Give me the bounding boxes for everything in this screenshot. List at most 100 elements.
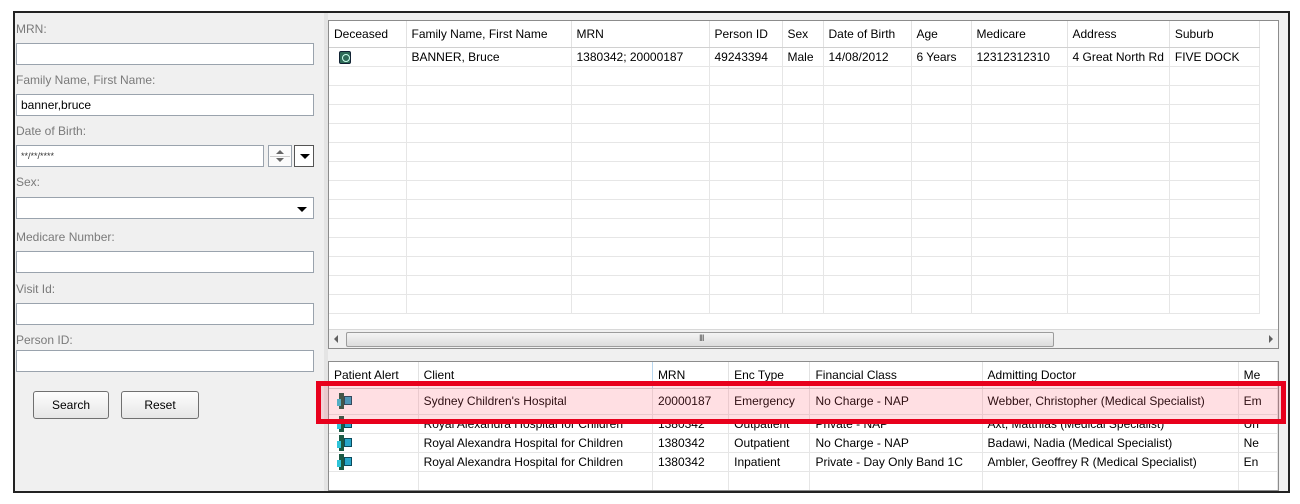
- mrn-cell: 20000187: [652, 388, 730, 415]
- col-admitting-doctor[interactable]: Admitting Doctor: [982, 362, 1239, 389]
- doctor-cell: Axt, Matthias (Medical Specialist): [982, 414, 1239, 434]
- encounters-grid: Patient Alert Client MRN Enc Type Financ…: [328, 361, 1279, 491]
- deceased-flag-icon: [339, 50, 351, 64]
- empty-row: [329, 123, 1260, 143]
- empty-row: [329, 104, 1260, 124]
- empty-row: [329, 471, 1278, 490]
- encounter-door-icon: [337, 415, 353, 432]
- col-enc-type[interactable]: Enc Type: [728, 362, 811, 389]
- col-age[interactable]: Age: [911, 21, 972, 48]
- sex-cell: Male: [782, 47, 824, 67]
- empty-row: [329, 237, 1260, 257]
- deceased-cell: [329, 47, 407, 67]
- encounter-door-icon: [337, 393, 353, 409]
- table-row[interactable]: Sydney Children's Hospital 20000187 Emer…: [329, 388, 1278, 415]
- empty-row: [329, 85, 1260, 105]
- sex-select[interactable]: [16, 197, 314, 219]
- chevron-down-icon: [297, 207, 307, 212]
- col-dob[interactable]: Date of Birth: [823, 21, 912, 48]
- empty-row: [329, 490, 1278, 491]
- col-person-id[interactable]: Person ID: [709, 21, 783, 48]
- alert-cell: [329, 433, 419, 453]
- col-mrn[interactable]: MRN: [652, 362, 730, 389]
- medicare-label: Medicare Number:: [16, 230, 115, 244]
- col-mrn[interactable]: MRN: [571, 21, 710, 48]
- doctor-cell: Ambler, Geoffrey R (Medical Specialist): [982, 452, 1239, 472]
- person-id-field[interactable]: [16, 350, 314, 372]
- alert-cell: [329, 452, 419, 472]
- persons-table: Deceased Family Name, First Name MRN Per…: [329, 21, 1260, 314]
- empty-row: [329, 294, 1260, 314]
- spinner-down-icon[interactable]: [276, 158, 284, 162]
- client-cell: Royal Alexandra Hospital for Children: [418, 452, 653, 472]
- financial-class-cell: Private - NAP: [809, 414, 983, 434]
- empty-row: [329, 142, 1260, 162]
- scroll-right-icon[interactable]: [1269, 335, 1273, 343]
- financial-class-cell: No Charge - NAP: [809, 388, 983, 415]
- person-id-label: Person ID:: [16, 333, 73, 347]
- empty-row: [329, 66, 1260, 86]
- mrn-field[interactable]: [16, 43, 314, 65]
- encounters-table: Patient Alert Client MRN Enc Type Financ…: [329, 362, 1278, 491]
- empty-row: [329, 199, 1260, 219]
- col-financial-class[interactable]: Financial Class: [809, 362, 983, 389]
- table-row[interactable]: Royal Alexandra Hospital for Children 13…: [329, 414, 1278, 434]
- name-cell: BANNER, Bruce: [406, 47, 572, 67]
- dob-dropdown-button[interactable]: [294, 145, 314, 167]
- medicare-cell: 12312312310: [971, 47, 1068, 67]
- scrollbar-thumb[interactable]: III: [346, 332, 1054, 347]
- empty-row: [329, 161, 1260, 181]
- client-cell: Sydney Children's Hospital: [418, 388, 653, 415]
- col-deceased[interactable]: Deceased: [329, 21, 407, 48]
- col-patient-alert[interactable]: Patient Alert: [329, 362, 419, 389]
- col-suburb[interactable]: Suburb: [1169, 21, 1260, 48]
- col-medicare[interactable]: Medicare: [971, 21, 1068, 48]
- sex-label: Sex:: [16, 175, 41, 189]
- empty-row: [329, 256, 1260, 276]
- table-row[interactable]: Royal Alexandra Hospital for Children 13…: [329, 433, 1278, 453]
- person-id-cell: 49243394: [709, 47, 783, 67]
- empty-row: [329, 275, 1260, 295]
- mrn-cell: 1380342: [652, 433, 730, 453]
- persons-grid: Deceased Family Name, First Name MRN Per…: [328, 20, 1279, 349]
- financial-class-cell: Private - Day Only Band 1C: [809, 452, 983, 472]
- visit-id-field[interactable]: [16, 303, 314, 325]
- me-cell: Em: [1238, 388, 1278, 415]
- spinner-up-icon[interactable]: [276, 150, 284, 154]
- mrn-cell: 1380342: [652, 414, 730, 434]
- encounters-header-row: Patient Alert Client MRN Enc Type Financ…: [329, 362, 1278, 389]
- dob-field[interactable]: **/**/****: [16, 145, 264, 167]
- search-button[interactable]: Search: [33, 391, 109, 419]
- me-cell: Un: [1238, 414, 1278, 434]
- dob-cell: 14/08/2012: [823, 47, 912, 67]
- col-me[interactable]: Me: [1238, 362, 1278, 389]
- address-cell: 4 Great North Rd: [1067, 47, 1170, 67]
- mrn-cell: 1380342; 20000187: [571, 47, 710, 67]
- col-sex[interactable]: Sex: [782, 21, 824, 48]
- suburb-cell: FIVE DOCK: [1169, 47, 1260, 67]
- persons-header-row: Deceased Family Name, First Name MRN Per…: [329, 21, 1260, 48]
- scroll-left-icon[interactable]: [334, 335, 338, 343]
- table-row[interactable]: BANNER, Bruce 1380342; 20000187 49243394…: [329, 47, 1260, 67]
- sex-dropdown-arrow[interactable]: [292, 199, 312, 219]
- persons-horizontal-scrollbar[interactable]: III: [329, 329, 1278, 348]
- empty-row: [329, 218, 1260, 238]
- enc-type-cell: Outpatient: [728, 414, 811, 434]
- client-cell: Royal Alexandra Hospital for Children: [418, 433, 653, 453]
- scrollbar-grip: III: [699, 333, 704, 343]
- medicare-field[interactable]: [16, 251, 314, 273]
- enc-type-cell: Emergency: [728, 388, 811, 415]
- mrn-label: MRN:: [16, 22, 47, 36]
- client-cell: Royal Alexandra Hospital for Children: [418, 414, 653, 434]
- col-address[interactable]: Address: [1067, 21, 1170, 48]
- col-client[interactable]: Client: [418, 362, 653, 389]
- reset-button[interactable]: Reset: [121, 391, 199, 419]
- dob-spinner[interactable]: [268, 145, 292, 167]
- alert-cell: [329, 414, 419, 434]
- table-row[interactable]: Royal Alexandra Hospital for Children 13…: [329, 452, 1278, 472]
- col-name[interactable]: Family Name, First Name: [406, 21, 572, 48]
- name-field[interactable]: banner,bruce: [16, 94, 314, 116]
- enc-type-cell: Outpatient: [728, 433, 811, 453]
- enc-type-cell: Inpatient: [728, 452, 811, 472]
- chevron-down-icon: [300, 154, 310, 159]
